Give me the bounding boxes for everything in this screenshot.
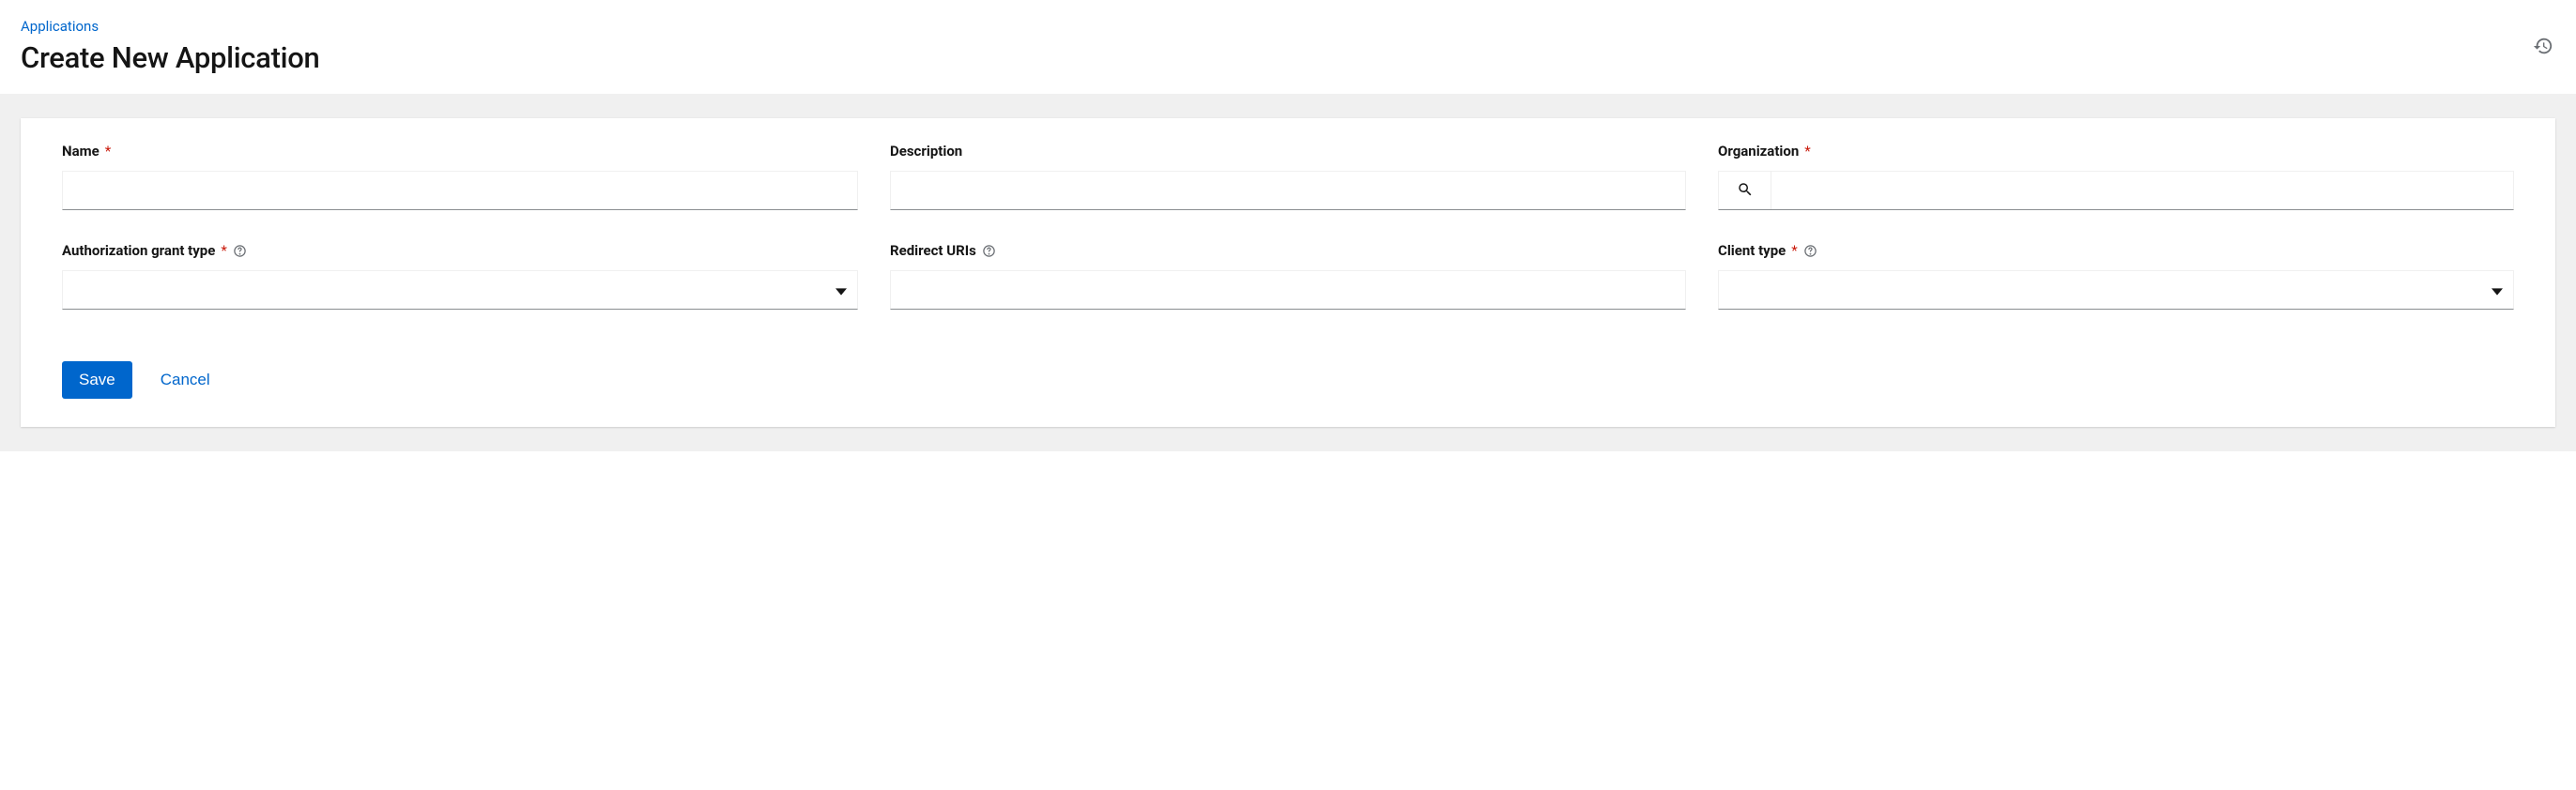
auth-grant-type-label-text: Authorization grant type: [62, 242, 215, 259]
client-type-label: Client type *: [1718, 242, 2514, 259]
form-row-1: Name * Description Organization *: [62, 143, 2514, 210]
form-group-name: Name *: [62, 143, 858, 210]
organization-search-button[interactable]: [1719, 172, 1771, 209]
form-row-2: Authorization grant type * Redirect URIs: [62, 242, 2514, 312]
help-icon[interactable]: [1803, 244, 1817, 258]
organization-input[interactable]: [1771, 172, 2513, 209]
required-asterisk: *: [221, 242, 226, 259]
page-title: Create New Application: [21, 40, 2555, 75]
description-input[interactable]: [890, 171, 1686, 210]
form-group-description: Description: [890, 143, 1686, 210]
page-header: Applications Create New Application: [0, 0, 2576, 94]
search-icon: [1737, 181, 1754, 201]
description-label-text: Description: [890, 143, 962, 160]
organization-search-wrap: [1718, 171, 2514, 210]
client-type-label-text: Client type: [1718, 242, 1786, 259]
organization-label-text: Organization: [1718, 143, 1799, 160]
redirect-uris-label: Redirect URIs: [890, 242, 1686, 259]
client-type-select[interactable]: [1718, 270, 2514, 310]
auth-grant-type-label: Authorization grant type *: [62, 242, 858, 259]
form-group-organization: Organization *: [1718, 143, 2514, 210]
redirect-uris-label-text: Redirect URIs: [890, 242, 976, 259]
help-icon[interactable]: [233, 244, 247, 258]
required-asterisk: *: [1804, 143, 1810, 160]
client-type-select-wrap: [1718, 270, 2514, 312]
breadcrumb-applications-link[interactable]: Applications: [21, 18, 99, 35]
save-button[interactable]: Save: [62, 361, 132, 399]
description-label: Description: [890, 143, 1686, 160]
redirect-uris-input[interactable]: [890, 270, 1686, 310]
button-row: Save Cancel: [62, 361, 2514, 399]
form-group-client-type: Client type *: [1718, 242, 2514, 312]
name-label: Name *: [62, 143, 858, 160]
name-label-text: Name: [62, 143, 100, 160]
name-input[interactable]: [62, 171, 858, 210]
form-group-redirect-uris: Redirect URIs: [890, 242, 1686, 312]
form-card: Name * Description Organization *: [21, 118, 2555, 427]
required-asterisk: *: [1791, 242, 1797, 259]
organization-label: Organization *: [1718, 143, 2514, 160]
required-asterisk: *: [105, 143, 111, 160]
auth-grant-type-select[interactable]: [62, 270, 858, 310]
content-area: Name * Description Organization *: [0, 94, 2576, 451]
help-icon[interactable]: [982, 244, 996, 258]
auth-grant-type-select-wrap: [62, 270, 858, 312]
form-group-auth-grant-type: Authorization grant type *: [62, 242, 858, 312]
history-icon[interactable]: [2533, 36, 2553, 60]
cancel-button[interactable]: Cancel: [161, 371, 210, 389]
